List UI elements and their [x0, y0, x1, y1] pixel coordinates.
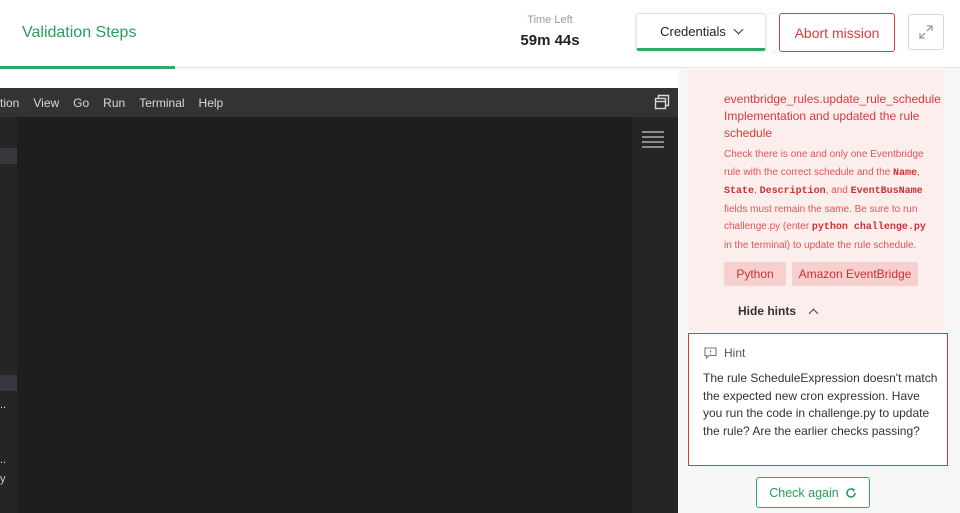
tag-amazon-eventbridge: Amazon EventBridge [792, 262, 918, 286]
time-left: Time Left 59m 44s [500, 14, 600, 49]
credentials-button[interactable]: Credentials [636, 13, 766, 51]
expand-button[interactable] [908, 14, 944, 50]
top-header: Validation Steps Time Left 59m 44s Crede… [0, 0, 960, 69]
sidebar-text-fragment: .. [0, 399, 7, 411]
menu-go[interactable]: Go [73, 96, 89, 110]
code-area[interactable] [17, 117, 632, 513]
expand-icon [919, 25, 933, 39]
check-title: eventbridge_rules.update_rule_schedule I… [724, 92, 941, 140]
explorer-sidebar[interactable]: .. .. y [0, 117, 17, 513]
hide-hints-label: Hide hints [738, 304, 797, 318]
minimap-icon[interactable] [642, 131, 664, 148]
abort-mission-button[interactable]: Abort mission [779, 13, 895, 52]
menu-run[interactable]: Run [103, 96, 125, 110]
chevron-down-icon [733, 24, 744, 34]
credentials-label: Credentials [660, 23, 726, 39]
hint-label: Hint [724, 346, 746, 360]
check-again-button[interactable]: Check again [756, 477, 870, 508]
hint-icon [704, 347, 717, 359]
refresh-icon [845, 487, 856, 498]
hint-box: Hint The rule ScheduleExpression doesn't… [688, 333, 948, 466]
time-left-label: Time Left [527, 14, 573, 26]
editor-menubar: ction View Go Run Terminal Help [0, 88, 678, 117]
check-description: Check there is one and only one Eventbri… [724, 149, 926, 251]
menu-view[interactable]: View [33, 96, 59, 110]
sidebar-row-highlight [0, 148, 17, 164]
active-tab-indicator [0, 66, 175, 69]
check-again-label: Check again [769, 485, 839, 500]
failed-check-card: eventbridge_rules.update_rule_schedule I… [688, 70, 944, 331]
menu-terminal[interactable]: Terminal [139, 96, 184, 110]
menu-selection[interactable]: ction [0, 96, 19, 110]
chevron-up-icon [808, 308, 819, 318]
code-editor[interactable]: ction View Go Run Terminal Help .. .. y [0, 88, 678, 513]
tag-python: Python [724, 262, 786, 286]
validation-panel: eventbridge_rules.update_rule_schedule I… [678, 70, 960, 513]
validation-steps-tab[interactable]: Validation Steps [22, 24, 136, 42]
sidebar-row-highlight [0, 375, 17, 391]
sidebar-text-fragment: y [0, 473, 6, 485]
hint-text: The rule ScheduleExpression doesn't matc… [703, 371, 938, 438]
time-left-value: 59m 44s [520, 32, 580, 49]
layout-icon[interactable] [654, 94, 670, 110]
minimap[interactable] [632, 117, 678, 513]
hint-header: Hint [704, 346, 745, 360]
menu-help[interactable]: Help [199, 96, 224, 110]
hide-hints-toggle[interactable]: Hide hints [738, 304, 819, 318]
sidebar-text-fragment: .. [0, 454, 7, 466]
